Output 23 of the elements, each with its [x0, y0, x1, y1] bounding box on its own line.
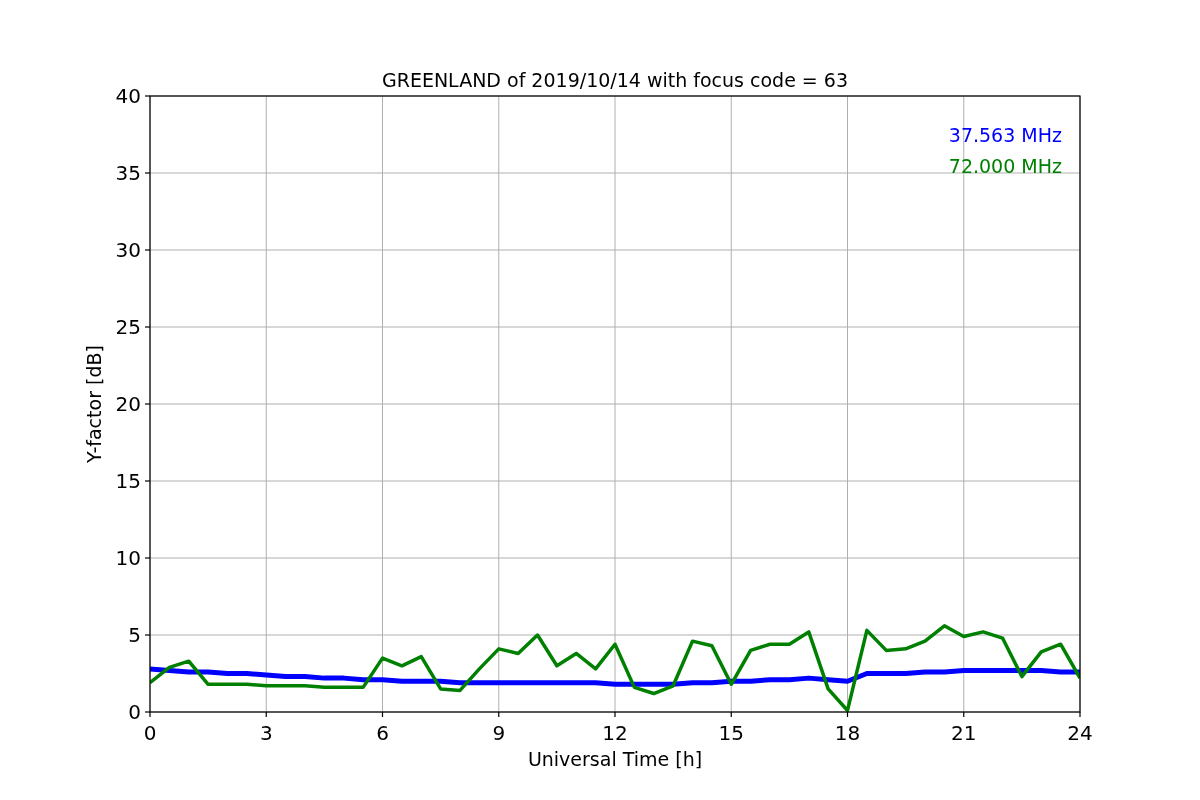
tick-label: 0 [143, 721, 157, 745]
legend-label: 37.563 MHz [948, 124, 1062, 146]
tick-label: 40 [115, 84, 141, 108]
tick-label: 15 [115, 469, 141, 493]
tick-label: 20 [115, 392, 141, 416]
tick-label: 10 [115, 546, 141, 570]
tick-label: 35 [115, 161, 141, 185]
tick-label: 18 [834, 721, 861, 745]
tick-label: 0 [128, 700, 141, 724]
x-axis-label: Universal Time [h] [527, 748, 703, 770]
tick-label: 6 [376, 721, 389, 745]
legend-label: 72.000 MHz [948, 155, 1062, 177]
tick-label: 3 [259, 721, 273, 745]
chart-title: GREENLAND of 2019/10/14 with focus code = 63 [382, 69, 848, 91]
tick-label: 12 [602, 721, 628, 745]
tick-label: 24 [1067, 721, 1093, 745]
tick-label: 30 [115, 238, 141, 262]
tick-label: 15 [718, 721, 744, 745]
tick-label: 5 [128, 623, 141, 647]
tick-label: 9 [492, 721, 506, 745]
tick-label: 25 [115, 315, 141, 339]
tick-label: 21 [951, 721, 977, 745]
y-axis-label: Y-factor [dB] [83, 345, 105, 463]
